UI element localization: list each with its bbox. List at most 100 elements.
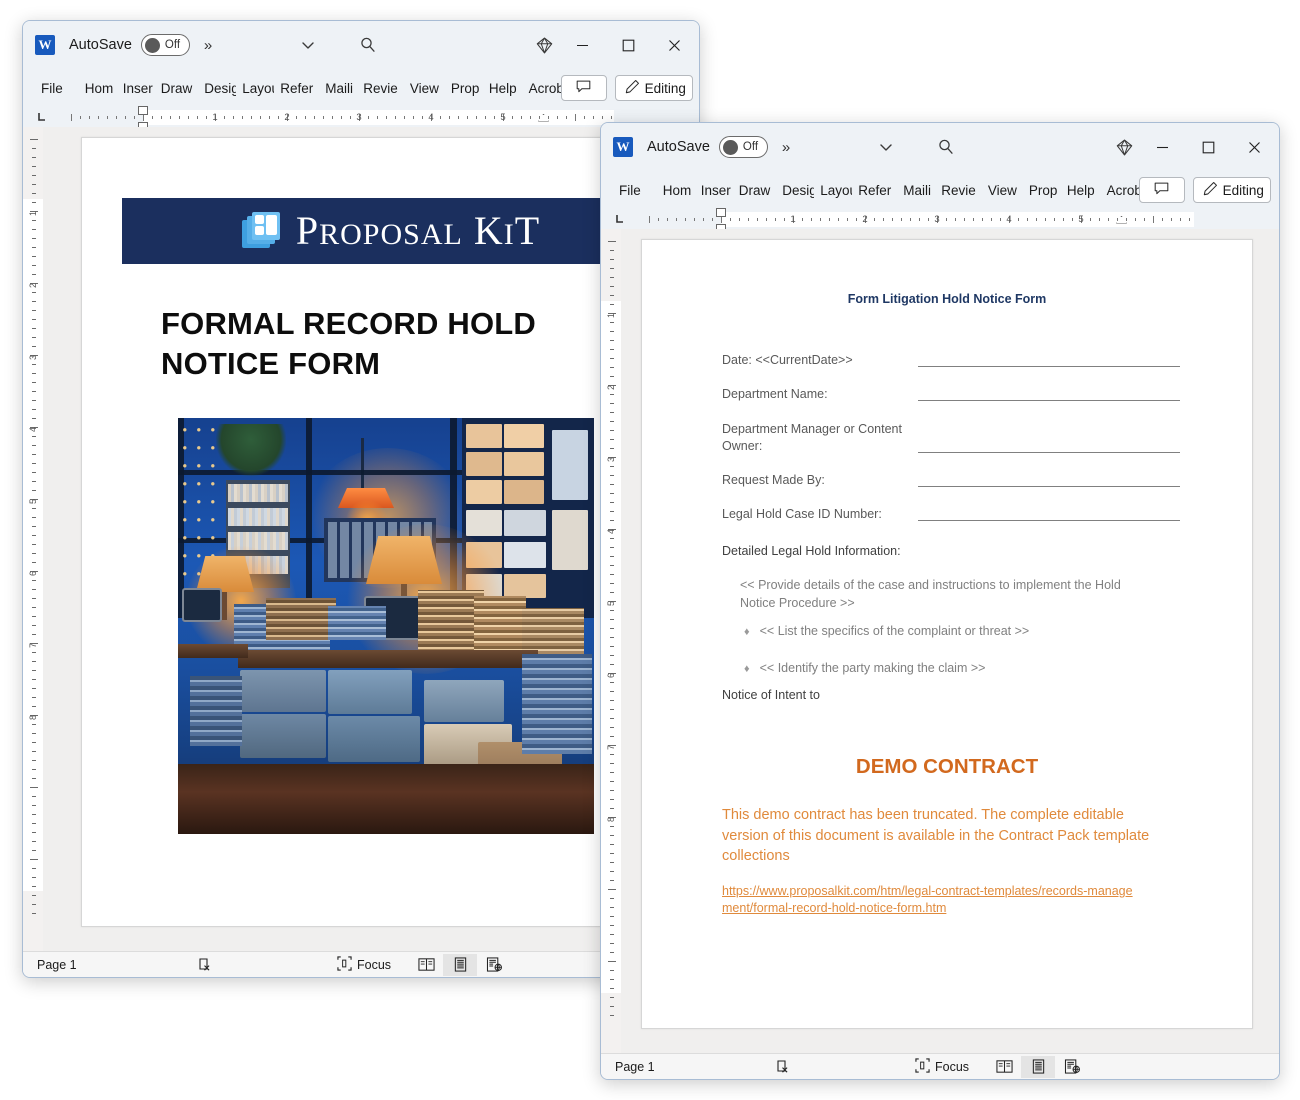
- comments-button[interactable]: [560, 75, 607, 101]
- ruler-tick: [32, 256, 36, 257]
- document-canvas[interactable]: Form Litigation Hold Notice Form Date: <…: [621, 229, 1279, 1053]
- tab-help[interactable]: Help: [483, 77, 523, 100]
- search-icon[interactable]: [931, 132, 961, 162]
- document-page-1[interactable]: Form Litigation Hold Notice Form Date: <…: [641, 239, 1253, 1029]
- records-archive-photo[interactable]: [178, 418, 594, 834]
- ruler-tick: [32, 697, 36, 698]
- read-mode-icon[interactable]: [987, 1056, 1021, 1078]
- autosave-toggle[interactable]: Off: [140, 34, 190, 56]
- tab-mailings[interactable]: Maili: [897, 179, 935, 202]
- ribbon-tab-strip[interactable]: File Hom Inser Draw Desig Layou Refer Ma…: [601, 171, 1279, 209]
- chevron-down-icon[interactable]: [293, 30, 323, 60]
- chevron-down-icon[interactable]: [871, 132, 901, 162]
- screen-root: W AutoSave Off » File Hom Inser Draw Des…: [0, 0, 1300, 1100]
- tab-references[interactable]: Refer: [852, 179, 897, 202]
- form-field-row[interactable]: Department Name:: [722, 370, 1180, 404]
- tab-home[interactable]: Hom: [657, 179, 695, 202]
- tab-file[interactable]: File: [35, 77, 69, 100]
- tab-references[interactable]: Refer: [274, 77, 319, 100]
- proofing-icon[interactable]: [765, 1059, 803, 1075]
- tab-review[interactable]: Revie: [935, 179, 982, 202]
- tab-design[interactable]: Desig: [198, 77, 236, 100]
- minimize-icon[interactable]: [1139, 125, 1185, 169]
- form-field-row[interactable]: Request Made By:: [722, 456, 1180, 490]
- close-icon[interactable]: [651, 23, 697, 67]
- ruler-tick: [973, 217, 974, 221]
- demo-contract-link[interactable]: https://www.proposalkit.com/htm/legal-co…: [722, 883, 1142, 918]
- field-input-line[interactable]: [918, 400, 1180, 401]
- maximize-icon[interactable]: [605, 23, 651, 67]
- field-input-line[interactable]: [918, 486, 1180, 487]
- tab-proposal-kit[interactable]: Prop: [445, 77, 483, 100]
- ruler-tick: [593, 115, 594, 119]
- tab-insert[interactable]: Inser: [695, 179, 733, 202]
- editing-mode-button[interactable]: Editing: [1192, 177, 1271, 203]
- autosave-toggle[interactable]: Off: [718, 136, 768, 158]
- ruler-tick: [485, 115, 486, 119]
- tab-draw[interactable]: Draw: [155, 77, 199, 100]
- ribbon-tab-strip[interactable]: File Hom Inser Draw Desig Layou Refer Ma…: [23, 69, 699, 107]
- ruler-tick: [610, 952, 614, 953]
- tab-home[interactable]: Hom: [79, 77, 117, 100]
- tab-acrobat[interactable]: Acrob: [523, 77, 561, 100]
- diamond-icon[interactable]: [529, 30, 559, 60]
- document-page-1[interactable]: PROPOSAL KIT FORMAL RECORD HOLD NOTICE F…: [81, 137, 661, 927]
- ruler-tick: [188, 115, 189, 119]
- first-line-indent-marker[interactable]: [716, 207, 726, 217]
- tab-review[interactable]: Revie: [357, 77, 404, 100]
- tab-file[interactable]: File: [613, 179, 647, 202]
- word-window-litigation-hold-form[interactable]: W AutoSave Off » File Hom Inser Draw Des…: [600, 122, 1280, 1080]
- tab-acrobat[interactable]: Acrob: [1101, 179, 1139, 202]
- ruler-tick: [610, 979, 614, 980]
- tab-mailings[interactable]: Maili: [319, 77, 357, 100]
- tab-design[interactable]: Desig: [776, 179, 814, 202]
- print-layout-icon[interactable]: [1021, 1055, 1056, 1078]
- left-tab-stop-icon[interactable]: [31, 107, 53, 127]
- ruler-tick: [610, 655, 614, 656]
- web-layout-icon[interactable]: [1055, 1056, 1089, 1078]
- maximize-icon[interactable]: [1185, 125, 1231, 169]
- form-field-row[interactable]: Department Manager or Content Owner:: [722, 404, 1180, 456]
- focus-mode-button[interactable]: Focus: [337, 955, 391, 974]
- tab-help[interactable]: Help: [1061, 179, 1101, 202]
- ruler-tick: [610, 925, 614, 926]
- view-switcher[interactable]: [987, 1055, 1089, 1078]
- diamond-icon[interactable]: [1109, 132, 1139, 162]
- ruler-tick: [278, 115, 279, 119]
- horizontal-ruler[interactable]: 1 2 3 4 5: [601, 207, 1279, 233]
- tab-insert[interactable]: Inser: [117, 77, 155, 100]
- tab-layout[interactable]: Layou: [814, 179, 852, 202]
- field-input-line[interactable]: [918, 520, 1180, 521]
- form-field-row[interactable]: Legal Hold Case ID Number:: [722, 490, 1180, 524]
- horizontal-ruler[interactable]: 1 2 3 4 5: [23, 105, 699, 131]
- word-window-proposal-kit-cover[interactable]: W AutoSave Off » File Hom Inser Draw Des…: [22, 20, 700, 978]
- view-switcher[interactable]: [409, 953, 511, 976]
- quick-access-overflow-icon[interactable]: »: [204, 37, 212, 54]
- ruler-tick: [610, 250, 614, 251]
- ruler-tick: [1054, 217, 1055, 221]
- search-icon[interactable]: [353, 30, 383, 60]
- tab-view[interactable]: View: [404, 77, 445, 100]
- form-field-row[interactable]: Date: <<CurrentDate>>: [722, 336, 1180, 370]
- field-input-line[interactable]: [918, 452, 1180, 453]
- field-input-line[interactable]: [918, 366, 1180, 367]
- editing-mode-button[interactable]: Editing: [614, 75, 693, 101]
- minimize-icon[interactable]: [559, 23, 605, 67]
- comments-button[interactable]: [1138, 177, 1185, 203]
- close-icon[interactable]: [1231, 125, 1277, 169]
- page-indicator[interactable]: Page 1: [615, 1060, 765, 1074]
- left-tab-stop-icon[interactable]: [609, 209, 631, 229]
- first-line-indent-marker[interactable]: [138, 105, 148, 115]
- tab-layout[interactable]: Layou: [236, 77, 274, 100]
- read-mode-icon[interactable]: [409, 954, 443, 976]
- proofing-icon[interactable]: [187, 957, 225, 973]
- print-layout-icon[interactable]: [443, 953, 478, 976]
- web-layout-icon[interactable]: [477, 954, 511, 976]
- tab-proposal-kit[interactable]: Prop: [1023, 179, 1061, 202]
- tab-view[interactable]: View: [982, 179, 1023, 202]
- focus-mode-button[interactable]: Focus: [915, 1057, 969, 1076]
- ruler-tick: [32, 733, 36, 734]
- page-indicator[interactable]: Page 1: [37, 958, 187, 972]
- tab-draw[interactable]: Draw: [733, 179, 777, 202]
- quick-access-overflow-icon[interactable]: »: [782, 139, 790, 156]
